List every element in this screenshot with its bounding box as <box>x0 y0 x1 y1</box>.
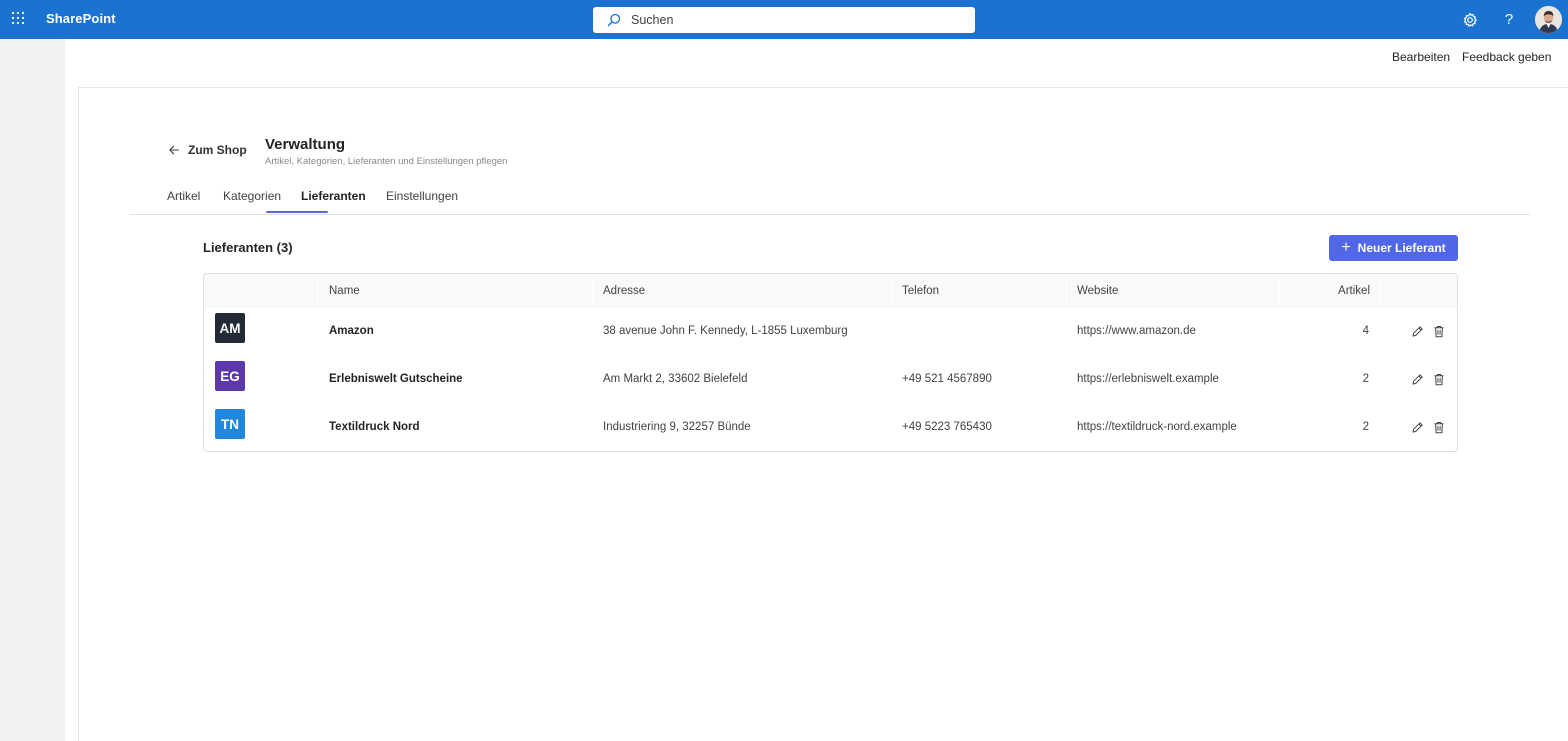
new-supplier-button[interactable]: + Neuer Lieferant <box>1329 235 1458 261</box>
arrow-left-icon <box>169 145 180 155</box>
supplier-article-count: 4 <box>1362 325 1369 337</box>
supplier-name: Erlebniswelt Gutscheine <box>329 373 463 385</box>
delete-trash-icon[interactable] <box>1432 324 1446 338</box>
supplier-address: 38 avenue John F. Kennedy, L-1855 Luxemb… <box>603 325 848 337</box>
admin-tabs: Artikel Kategorien Lieferanten Einstellu… <box>130 186 1530 215</box>
edit-pencil-icon[interactable] <box>1410 324 1424 338</box>
table-row[interactable]: TN Textildruck Nord Industriering 9, 322… <box>204 404 1457 451</box>
column-header-articles[interactable]: Artikel <box>1338 285 1370 297</box>
page-subtitle: Artikel, Kategorien, Lieferanten und Ein… <box>265 156 508 167</box>
search-input[interactable] <box>631 11 961 29</box>
edit-button[interactable]: Bearbeiten <box>1392 50 1450 64</box>
edit-pencil-icon[interactable] <box>1410 420 1424 434</box>
tab-artikel[interactable]: Artikel <box>167 189 200 203</box>
help-icon[interactable]: ? <box>1499 9 1519 29</box>
table-row[interactable]: AM Amazon 38 avenue John F. Kennedy, L-1… <box>204 308 1457 356</box>
delete-trash-icon[interactable] <box>1432 372 1446 386</box>
settings-gear-icon[interactable] <box>1460 10 1480 30</box>
suite-bar: SharePoint ? <box>0 0 1568 39</box>
tab-kategorien[interactable]: Kategorien <box>223 189 281 203</box>
suppliers-table: Name Adresse Telefon Website Artikel AM … <box>203 273 1458 452</box>
supplier-website[interactable]: https://www.amazon.de <box>1077 325 1196 337</box>
tab-lieferanten[interactable]: Lieferanten <box>301 189 366 203</box>
supplier-article-count: 2 <box>1362 373 1369 385</box>
supplier-phone: +49 521 4567890 <box>902 373 992 385</box>
supplier-logo: AM <box>215 313 245 343</box>
page-title: Verwaltung <box>265 136 346 153</box>
edit-pencil-icon[interactable] <box>1410 372 1424 386</box>
table-header: Name Adresse Telefon Website Artikel <box>204 274 1457 308</box>
new-supplier-label: Neuer Lieferant <box>1357 241 1446 255</box>
feedback-button[interactable]: Feedback geben <box>1462 50 1551 64</box>
help-glyph: ? <box>1504 10 1514 28</box>
supplier-website[interactable]: https://erlebniswelt.example <box>1077 373 1219 385</box>
active-tab-indicator <box>266 211 328 213</box>
plus-icon: + <box>1341 239 1351 256</box>
column-header-address[interactable]: Adresse <box>603 285 645 297</box>
app-launcher-waffle-icon[interactable] <box>12 12 26 26</box>
search-icon <box>607 13 621 27</box>
delete-trash-icon[interactable] <box>1432 420 1446 434</box>
section-title: Lieferanten (3) <box>203 240 293 255</box>
back-to-shop-link[interactable]: Zum Shop <box>168 143 247 157</box>
supplier-address: Am Markt 2, 33602 Bielefeld <box>603 373 748 385</box>
supplier-phone: +49 5223 765430 <box>902 421 992 433</box>
brand-title[interactable]: SharePoint <box>46 11 116 26</box>
back-link-label: Zum Shop <box>188 143 247 157</box>
supplier-website[interactable]: https://textildruck-nord.example <box>1077 421 1237 433</box>
supplier-logo: TN <box>215 409 245 439</box>
supplier-name: Amazon <box>329 325 374 337</box>
table-row[interactable]: EG Erlebniswelt Gutscheine Am Markt 2, 3… <box>204 356 1457 404</box>
supplier-logo: EG <box>215 361 245 391</box>
search-box[interactable] <box>593 7 975 33</box>
column-header-name[interactable]: Name <box>329 285 360 297</box>
tab-einstellungen[interactable]: Einstellungen <box>386 189 458 203</box>
supplier-address: Industriering 9, 32257 Bünde <box>603 421 751 433</box>
avatar[interactable] <box>1535 6 1562 33</box>
supplier-article-count: 2 <box>1362 421 1369 433</box>
supplier-name: Textildruck Nord <box>329 421 420 433</box>
left-navigation-rail <box>0 39 65 741</box>
column-header-phone[interactable]: Telefon <box>902 285 939 297</box>
column-header-website[interactable]: Website <box>1077 285 1118 297</box>
